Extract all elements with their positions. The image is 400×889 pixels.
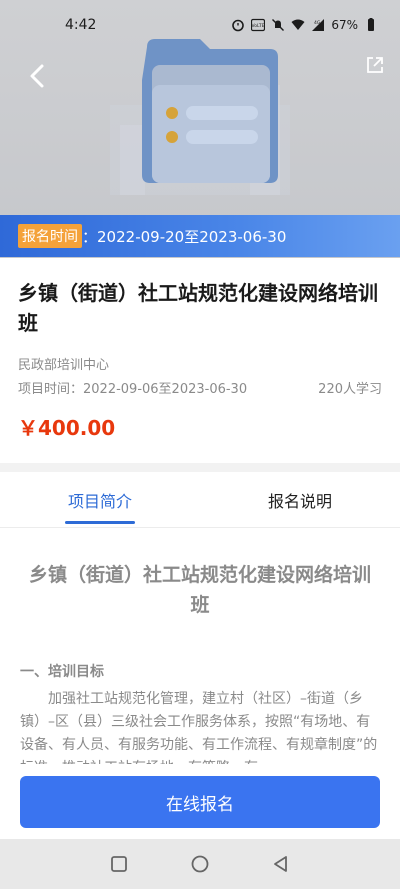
content-title: 乡镇（街道）社工站规范化建设网络培训班: [28, 564, 371, 616]
cell-signal-icon: 4G: [312, 19, 325, 31]
hero-banner: 4:42 VoLTE 4G 67% 报名时间 ： 2022-09-20至2023…: [0, 0, 400, 258]
active-tab-indicator: [65, 521, 135, 524]
registration-period: 2022-09-20至2023-06-30: [97, 227, 287, 246]
course-info-card: 乡镇（街道）社工站规范化建设网络培训班 民政部培训中心 项目时间：2022-09…: [0, 258, 400, 463]
registration-period-banner: 报名时间 ： 2022-09-20至2023-06-30: [0, 215, 400, 257]
system-nav-bar: [0, 839, 400, 889]
course-title: 乡镇（街道）社工站规范化建设网络培训班: [18, 281, 378, 335]
battery-icon: [368, 18, 374, 31]
clock: 4:42: [65, 17, 97, 33]
svg-text:4G: 4G: [314, 20, 321, 26]
body-paragraph: 加强社工站规范化管理，建立村（社区）–街道（乡镇）–区（县）三级社会工作服务体系…: [20, 691, 378, 764]
triangle-left-icon[interactable]: [271, 854, 291, 874]
project-period: 项目时间：2022-09-06至2023-06-30: [18, 382, 248, 397]
square-icon[interactable]: [109, 854, 129, 874]
apply-online-button[interactable]: 在线报名: [20, 776, 380, 828]
registration-separator: ：: [82, 227, 98, 246]
tab-registration-info[interactable]: 报名说明: [200, 472, 400, 527]
organizer: 民政部培训中心: [18, 358, 110, 373]
battery-percent: 67%: [331, 18, 358, 32]
learner-count: 220人学习: [318, 382, 382, 397]
circle-icon[interactable]: [190, 854, 210, 874]
intro-content[interactable]: 乡镇（街道）社工站规范化建设网络培训班 一、培训目标 加强社工站规范化管理，建立…: [0, 528, 400, 764]
section-heading: 一、培训目标: [20, 664, 104, 680]
footer-bar: 在线报名: [0, 764, 400, 839]
tab-project-intro[interactable]: 项目简介: [0, 472, 200, 527]
course-price: ￥400.00: [18, 416, 116, 440]
external-link-icon[interactable]: [364, 54, 386, 76]
back-button[interactable]: [24, 62, 52, 90]
tab-bar: 项目简介 报名说明: [0, 472, 400, 528]
folder-illustration: [110, 39, 290, 195]
registration-label: 报名时间: [18, 224, 82, 248]
